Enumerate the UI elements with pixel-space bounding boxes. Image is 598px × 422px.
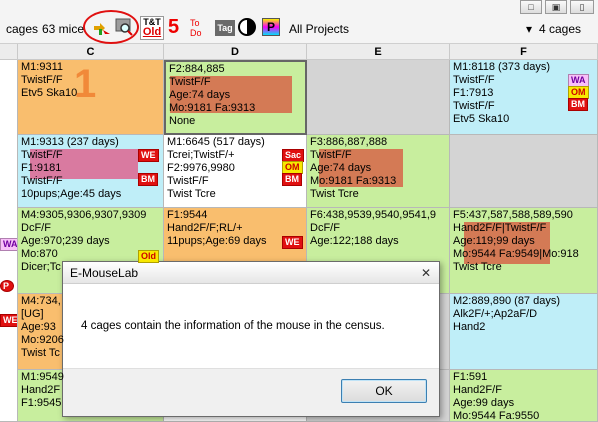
cage-cell-c2[interactable]: M1:9313 (237 days) TwistF/F F1:9181 Twis… [18, 135, 164, 208]
margin-badge-wa: WA [0, 238, 17, 251]
cage-cell-e1[interactable] [307, 60, 450, 135]
cage-line: Age:93 [21, 321, 56, 333]
cage-line: M1:9313 (237 days) [21, 136, 119, 148]
cage-line: None [169, 115, 196, 127]
badge-bm: BM [282, 173, 302, 186]
cage-cell-c1[interactable]: M1:9311 TwistF/F Etv5 Ska10 1 [18, 60, 164, 135]
cage-cell-c4[interactable]: M4:734, [UG] Age:93 Mo:9206 Twist Tc [18, 294, 164, 370]
cage-line: M1:8118 (373 days) [453, 61, 551, 73]
column-header-d[interactable]: D [164, 44, 307, 60]
cage-line: Hand2F/F|TwistF/F [453, 222, 547, 234]
cage-line: Age:119;99 days [453, 235, 535, 247]
cage-line: TwistF/F [310, 149, 352, 161]
cage-line: Mo:9181 Fa:9313 [169, 102, 256, 114]
cage-line: Age:74 days [169, 89, 231, 101]
cage-cell-d2[interactable]: M1:6645 (517 days) Tcrei;TwistF/+ F2:997… [164, 135, 307, 208]
cages-label: cages [6, 22, 39, 36]
badge-old: Old [138, 250, 159, 263]
badge-we: WE [282, 236, 303, 249]
cage-number-overlay: 1 [74, 62, 97, 106]
cage-cell-f3[interactable]: F5:437,587,588,589,590 Hand2F/F|TwistF/F… [450, 208, 598, 294]
cage-line: Hand2F/F;RL/+ [167, 222, 243, 234]
cage-line: Age:970;239 days [21, 235, 110, 247]
cage-line: 10pups;Age:45 days [21, 188, 122, 200]
cage-line: Hand2F [21, 384, 61, 396]
close-icon[interactable]: ✕ [419, 266, 433, 280]
cage-line: Twist Tcre [167, 188, 216, 200]
cage-line: Twist Tcre [310, 188, 359, 200]
cage-line: [UG] [21, 308, 44, 320]
cage-cell-f5[interactable]: F1:591 Hand2F/F Age:99 days Mo:9544 Fa:9… [450, 370, 598, 422]
todo-do: Do [190, 28, 202, 38]
cage-line: M1:9549 [21, 371, 64, 383]
cage-line: DcF/F [310, 222, 340, 234]
cage-line: Age:99 days [453, 397, 515, 409]
cage-line: Mo:9206 [21, 334, 64, 346]
window-maximize-button[interactable]: ▣ [545, 0, 567, 14]
cage-line: Twist Tcre [453, 261, 502, 273]
cages-selector[interactable]: 4 cages [539, 22, 581, 36]
tag-icon[interactable]: Tag [215, 20, 235, 36]
cage-cell-f2[interactable] [450, 135, 598, 208]
cage-line: Age:122;188 days [310, 235, 399, 247]
cage-line: TwistF/F [169, 76, 211, 88]
cage-line: F6:438,9539,9540,9541,9 [310, 209, 437, 221]
ok-button[interactable]: OK [341, 379, 427, 403]
cage-line: Hand2 [453, 321, 486, 333]
tt-old-icon[interactable]: T&T Old [140, 16, 164, 40]
old-label: Old [142, 26, 162, 38]
todo-icon[interactable]: To Do [190, 18, 212, 42]
cage-line: M4:9305,9306,9307,9309 [21, 209, 147, 221]
window-restore-button[interactable]: □ [520, 0, 542, 14]
cage-line: F1:591 [453, 371, 488, 383]
cage-cell-f4[interactable]: M2:889,890 (87 days) Alk2F/+;Ap2aF/D Han… [450, 294, 598, 370]
cage-line: Mo:9181 Fa:9313 [310, 175, 397, 187]
margin-badge-p: P [0, 280, 14, 292]
badge-bm: BM [568, 98, 588, 111]
project-selector[interactable]: All Projects [289, 22, 349, 36]
column-header-c[interactable]: C [18, 44, 164, 60]
cage-line: Age:74 days [310, 162, 372, 174]
project-p-icon[interactable]: P [262, 18, 280, 36]
five-icon[interactable]: 5 [168, 16, 190, 40]
cages-dropdown-arrow-icon[interactable]: ▾ [526, 22, 532, 36]
cage-line: F3:886,887,888 [310, 136, 388, 148]
cage-line: Mo:9544 Fa:9550 [453, 410, 540, 422]
window-option-button[interactable]: ▯ [570, 0, 594, 14]
cage-line: M2:889,890 (87 days) [453, 295, 561, 307]
column-header-f[interactable]: F [450, 44, 598, 60]
search-cage-icon[interactable] [114, 17, 134, 37]
margin-badge-we: WE [0, 314, 17, 327]
corner-header [0, 44, 18, 60]
arrow-tool-icon[interactable] [93, 20, 111, 38]
cage-line: Twist Tc [21, 347, 60, 359]
cage-line: DcF/F [21, 222, 51, 234]
toolbar: □ ▣ ▯ cages 63 mice T&T Old 5 To Do Tag … [0, 0, 598, 44]
cage-cell-e2[interactable]: F3:886,887,888 TwistF/F Age:74 days Mo:9… [307, 135, 450, 208]
mice-count: 63 mice [42, 22, 85, 36]
cage-line: M4:734, [21, 295, 61, 307]
cage-line: Etv5 Ska10 [453, 113, 510, 125]
cage-line: F1:9545 [21, 397, 62, 409]
cage-cell-d1[interactable]: F2:884,885 TwistF/F Age:74 days Mo:9181 … [164, 60, 307, 135]
badge-bm: BM [138, 173, 158, 186]
column-header-e[interactable]: E [307, 44, 450, 60]
cage-line: Mo:9544 Fa:9549|Mo:918 [453, 248, 579, 260]
contrast-icon[interactable] [238, 18, 256, 36]
todo-to: To [190, 18, 200, 28]
cage-line: F2:884,885 [169, 63, 225, 75]
cage-line: F5:437,587,588,589,590 [453, 209, 573, 221]
cage-cell-f1[interactable]: M1:8118 (373 days) TwistF/F F1:7913 Twis… [450, 60, 598, 135]
cage-line: M1:6645 (517 days) [167, 136, 265, 148]
row-margin: WA P WE [0, 60, 18, 422]
cage-line: Hand2F/F [453, 384, 502, 396]
cage-line: Alk2F/+;Ap2aF/D [453, 308, 538, 320]
cage-line: F1:9544 [167, 209, 208, 221]
badge-we: WE [138, 149, 159, 162]
